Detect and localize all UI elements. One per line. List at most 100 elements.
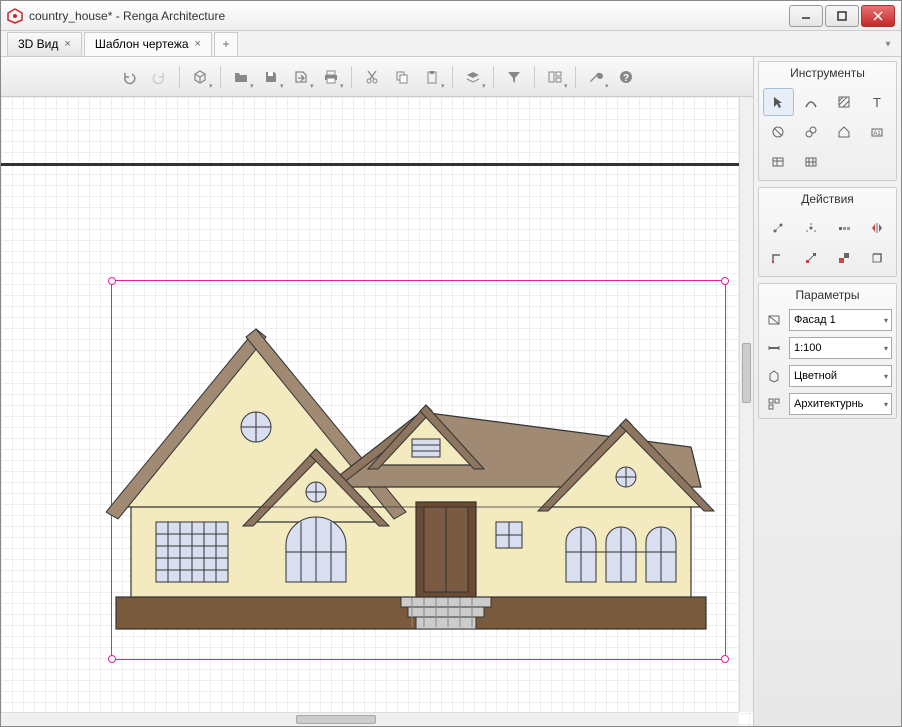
- view-select[interactable]: Фасад 1: [789, 309, 892, 331]
- display-value: Архитектурнь: [794, 398, 863, 410]
- help-icon: ?: [618, 69, 634, 85]
- label-icon: A1: [870, 125, 884, 139]
- selection-handle[interactable]: [721, 655, 729, 663]
- redo-icon: [151, 69, 167, 85]
- text-tool[interactable]: T: [861, 88, 892, 116]
- layers-icon: [465, 69, 481, 85]
- close-icon[interactable]: ×: [195, 38, 201, 50]
- selection-handle[interactable]: [108, 655, 116, 663]
- line-tool[interactable]: [796, 88, 827, 116]
- param-scale: 1:100: [759, 334, 896, 362]
- copy-action[interactable]: [829, 214, 860, 242]
- panel-title: Инструменты: [759, 62, 896, 84]
- hatch-tool[interactable]: [829, 88, 860, 116]
- paste-button[interactable]: [418, 63, 446, 91]
- offset-action[interactable]: [829, 244, 860, 272]
- separator: [534, 66, 535, 88]
- scale-action[interactable]: [861, 244, 892, 272]
- label-tool[interactable]: A1: [861, 118, 892, 146]
- style-select[interactable]: Цветной: [789, 365, 892, 387]
- right-panels: Инструменты T A1 Действия: [753, 57, 901, 726]
- settings-button[interactable]: [582, 63, 610, 91]
- select-tool[interactable]: [763, 88, 794, 116]
- tab-label: Шаблон чертежа: [95, 37, 189, 51]
- panel-title: Параметры: [759, 284, 896, 306]
- titlebar: country_house* - Renga Architecture: [1, 1, 901, 31]
- window-title: country_house* - Renga Architecture: [29, 9, 789, 23]
- table-icon: [771, 155, 785, 169]
- table-tool[interactable]: [763, 148, 794, 176]
- corner-icon: [870, 251, 884, 265]
- extend-action[interactable]: [796, 244, 827, 272]
- copy-button[interactable]: [388, 63, 416, 91]
- export-icon: [293, 69, 309, 85]
- scale-select[interactable]: 1:100: [789, 337, 892, 359]
- style-icon: [763, 365, 785, 387]
- redo-button[interactable]: [145, 63, 173, 91]
- undo-button[interactable]: [115, 63, 143, 91]
- cut-button[interactable]: [358, 63, 386, 91]
- selection-handle[interactable]: [721, 277, 729, 285]
- print-icon: [323, 69, 339, 85]
- view-icon: [763, 309, 785, 331]
- views-button[interactable]: [541, 63, 569, 91]
- separator: [493, 66, 494, 88]
- tab-3d-view[interactable]: 3D Вид ×: [7, 32, 82, 56]
- top-ruler: [1, 163, 753, 166]
- tab-bar: 3D Вид × Шаблон чертежа × + ▾: [1, 31, 901, 57]
- separator: [452, 66, 453, 88]
- selection-handle[interactable]: [108, 277, 116, 285]
- separator: [179, 66, 180, 88]
- open-button[interactable]: [227, 63, 255, 91]
- filter-button[interactable]: [500, 63, 528, 91]
- app-logo-icon: [7, 8, 23, 24]
- rotate-action[interactable]: [796, 214, 827, 242]
- close-button[interactable]: [861, 5, 895, 27]
- display-icon: [763, 393, 785, 415]
- object-button[interactable]: [186, 63, 214, 91]
- export-button[interactable]: [287, 63, 315, 91]
- save-button[interactable]: [257, 63, 285, 91]
- vertical-scrollbar[interactable]: [739, 97, 753, 712]
- layers-button[interactable]: [459, 63, 487, 91]
- array-icon: [837, 221, 851, 235]
- tabs-menu-icon[interactable]: ▾: [881, 37, 895, 51]
- tab-add-button[interactable]: +: [214, 32, 238, 56]
- trim-action[interactable]: [763, 244, 794, 272]
- horizontal-scrollbar[interactable]: [1, 712, 739, 726]
- help-button[interactable]: ?: [612, 63, 640, 91]
- svg-text:T: T: [873, 95, 881, 109]
- print-button[interactable]: [317, 63, 345, 91]
- display-select[interactable]: Архитектурнь: [789, 393, 892, 415]
- trim-icon: [771, 251, 785, 265]
- house-drawing: [106, 297, 716, 637]
- panel-tools: Инструменты T A1: [758, 61, 897, 181]
- undo-icon: [121, 69, 137, 85]
- grid-icon: [804, 155, 818, 169]
- rotate-icon: [804, 221, 818, 235]
- view-value: Фасад 1: [794, 314, 836, 326]
- axis-tool[interactable]: [796, 118, 827, 146]
- cursor-icon: [771, 95, 785, 109]
- param-display: Архитектурнь: [759, 390, 896, 418]
- house-icon: [837, 125, 851, 139]
- copy-icon: [394, 69, 410, 85]
- move-action[interactable]: [763, 214, 794, 242]
- dim-tool[interactable]: [763, 118, 794, 146]
- separator: [220, 66, 221, 88]
- panel-icon: [547, 69, 563, 85]
- minimize-button[interactable]: [789, 5, 823, 27]
- scale-icon: [763, 337, 785, 359]
- close-icon[interactable]: ×: [64, 38, 70, 50]
- wrench-icon: [588, 69, 604, 85]
- cube-icon: [192, 69, 208, 85]
- drawing-canvas[interactable]: [1, 97, 753, 726]
- svg-text:A1: A1: [873, 131, 881, 137]
- tab-drawing-template[interactable]: Шаблон чертежа ×: [84, 32, 212, 56]
- section-tool[interactable]: [829, 118, 860, 146]
- axis-icon: [804, 125, 818, 139]
- grid-tool[interactable]: [796, 148, 827, 176]
- mirror-action[interactable]: [861, 214, 892, 242]
- maximize-button[interactable]: [825, 5, 859, 27]
- move-icon: [771, 221, 785, 235]
